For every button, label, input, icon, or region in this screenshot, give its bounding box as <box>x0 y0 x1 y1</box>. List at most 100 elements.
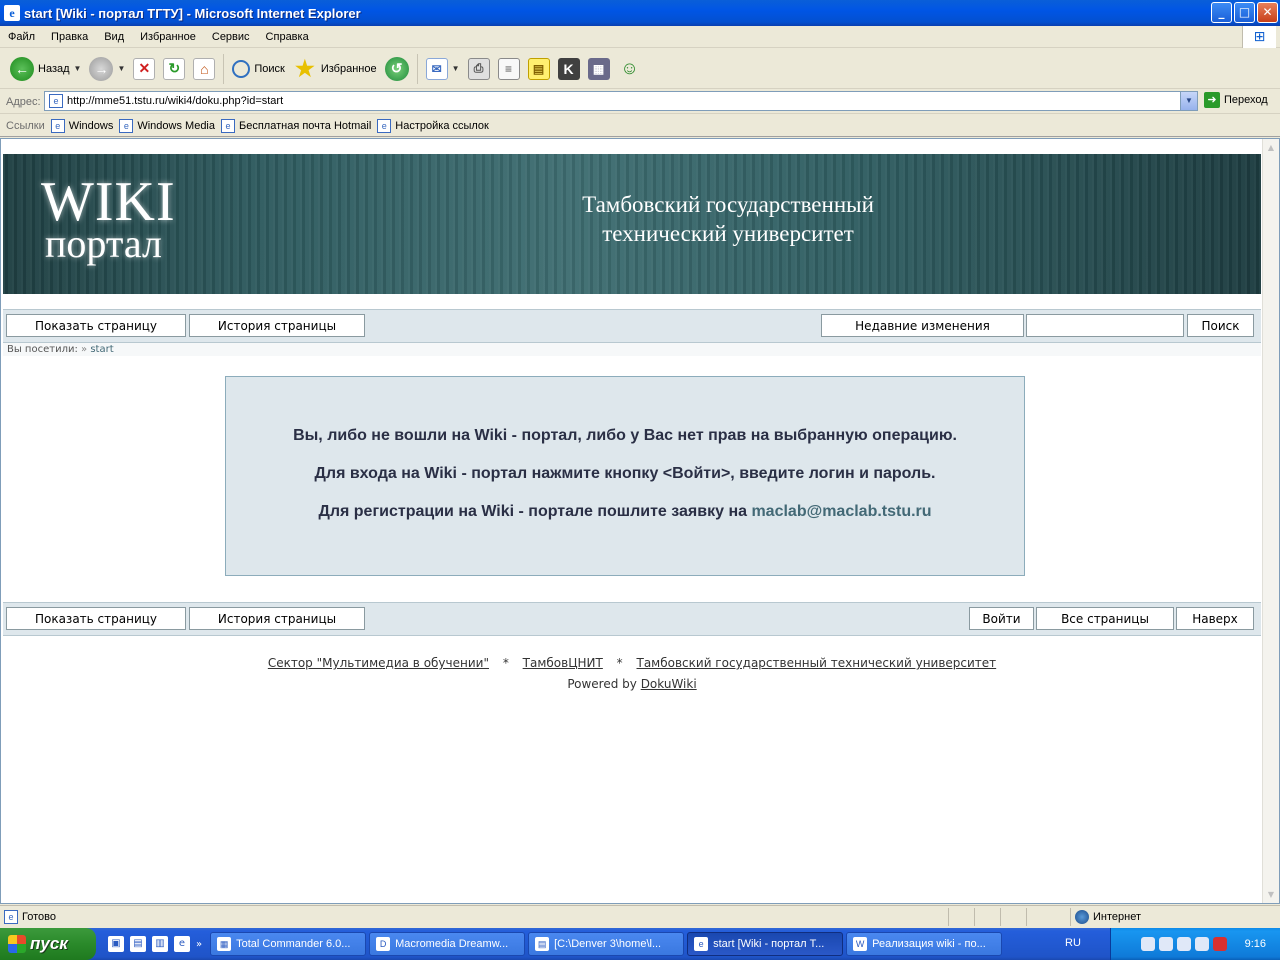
link-hotmail[interactable]: e Бесплатная почта Hotmail <box>221 118 377 133</box>
back-button[interactable]: ← Назад ▼ <box>6 53 85 85</box>
menu-help[interactable]: Справка <box>258 31 317 43</box>
footer-links: Сектор "Мультимедиа в обучении" * Тамбов… <box>3 656 1261 670</box>
logo-portal[interactable]: портал <box>45 222 162 266</box>
forward-button[interactable]: → ▼ <box>85 53 129 85</box>
breadcrumb-link-start[interactable]: start <box>90 344 113 355</box>
link-windows[interactable]: e Windows <box>50 118 120 133</box>
vertical-scrollbar[interactable]: ▲ ▼ <box>1262 139 1279 903</box>
show-page-button[interactable]: Показать страницу <box>6 314 186 337</box>
note-icon: ▤ <box>527 57 550 80</box>
message-line1: Вы, либо не вошли на Wiki - портал, либо… <box>293 427 957 444</box>
go-button[interactable]: ➜ Переход <box>1204 92 1268 108</box>
k-button[interactable]: K <box>554 53 584 85</box>
to-top-button[interactable]: Наверх <box>1176 607 1254 630</box>
menu-file[interactable]: Файл <box>0 31 43 43</box>
edit-button[interactable]: ≡ <box>494 53 524 85</box>
show-page-button[interactable]: Показать страницу <box>6 607 186 630</box>
link-label: Настройка ссылок <box>395 119 489 132</box>
home-button[interactable]: ⌂ <box>189 53 219 85</box>
university-line2: технический университет <box>602 221 854 246</box>
chevron-right-icon[interactable]: » <box>196 939 202 950</box>
site-banner: WIKI портал Тамбовский государственный т… <box>3 154 1261 294</box>
footer-link-tambovcnit[interactable]: ТамбовЦНИТ <box>523 656 603 670</box>
security-icon[interactable] <box>1195 937 1209 951</box>
mail-button[interactable]: ✉ ▼ <box>422 53 464 85</box>
link-customize[interactable]: e Настройка ссылок <box>377 118 495 133</box>
taskbar-button-ie-start[interactable]: e start [Wiki - портал Т... <box>687 932 844 956</box>
menu-edit[interactable]: Правка <box>43 31 96 43</box>
address-dropdown-icon[interactable]: ▼ <box>1180 92 1197 110</box>
access-denied-message: Вы, либо не вошли на Wiki - портал, либо… <box>225 376 1025 576</box>
dokuwiki-link[interactable]: DokuWiki <box>641 677 697 691</box>
app-icon[interactable]: ▥ <box>152 936 168 952</box>
address-url[interactable]: http://mme51.tstu.ru/wiki4/doku.php?id=s… <box>67 95 283 107</box>
message-line3-text: Для регистрации на Wiki - портале пошлит… <box>318 503 752 520</box>
menu-favorites[interactable]: Избранное <box>132 31 204 43</box>
messenger-button[interactable]: ☺ <box>614 53 646 85</box>
footer-link-multimedia[interactable]: Сектор "Мультимедиа в обучении" <box>268 656 489 670</box>
minimize-button[interactable]: _ <box>1211 2 1232 23</box>
taskbar: пуск ▣ ▤ ▥ e » ▦ Total Commander 6.0... … <box>0 928 1280 960</box>
all-pages-button[interactable]: Все страницы <box>1036 607 1174 630</box>
page-history-button[interactable]: История страницы <box>189 314 365 337</box>
page-icon: e <box>49 94 63 108</box>
mail-dropdown-icon[interactable]: ▼ <box>452 64 460 73</box>
favorites-label: Избранное <box>320 62 377 75</box>
printer-icon: ⎙ <box>467 57 490 80</box>
taskbar-button-denver[interactable]: ▤ [C:\Denver 3\home\l... <box>528 932 685 956</box>
recent-changes-button[interactable]: Недавние изменения <box>821 314 1024 337</box>
scroll-down-icon[interactable]: ▼ <box>1263 886 1279 903</box>
dreamweaver-icon: D <box>376 937 391 951</box>
footer-link-university[interactable]: Тамбовский государственный технический у… <box>637 656 997 670</box>
print-button[interactable]: ⎙ <box>464 53 494 85</box>
search-button[interactable]: Поиск <box>228 53 288 85</box>
page-icon: e <box>4 909 18 924</box>
footer-separator: * <box>616 656 623 670</box>
favorites-button[interactable]: ★ Избранное <box>289 53 381 85</box>
login-button[interactable]: Войти <box>969 607 1034 630</box>
start-button[interactable]: пуск <box>0 928 96 960</box>
home-icon: ⌂ <box>193 57 216 80</box>
refresh-button[interactable]: ↻ <box>159 53 189 85</box>
desktop-icon[interactable]: ▣ <box>108 936 124 952</box>
stop-icon: ✕ <box>133 57 156 80</box>
window-title: start [Wiki - портал ТГТУ] - Microsoft I… <box>24 5 361 21</box>
stop-button[interactable]: ✕ <box>129 53 159 85</box>
volume-icon[interactable] <box>1177 937 1191 951</box>
close-button[interactable]: ✕ <box>1257 2 1278 23</box>
ie-icon: e <box>694 937 709 951</box>
address-input[interactable]: e http://mme51.tstu.ru/wiki4/doku.php?id… <box>44 91 1198 111</box>
search-input[interactable] <box>1026 314 1184 337</box>
back-dropdown-icon[interactable]: ▼ <box>74 64 82 73</box>
address-bar: Адрес: e http://mme51.tstu.ru/wiki4/doku… <box>0 90 1280 114</box>
maximize-button[interactable]: □ <box>1234 2 1255 23</box>
language-indicator[interactable]: RU <box>1065 937 1081 949</box>
forward-dropdown-icon[interactable]: ▼ <box>117 64 125 73</box>
page-history-button[interactable]: История страницы <box>189 607 365 630</box>
messenger-icon: ☺ <box>620 58 639 78</box>
history-button[interactable]: ↺ <box>381 53 413 85</box>
message-line2: Для входа на Wiki - портал нажмите кнопк… <box>314 465 936 482</box>
taskbar-button-word[interactable]: W Реализация wiki - по... <box>846 932 1003 956</box>
media-button[interactable]: ▦ <box>584 53 614 85</box>
discuss-button[interactable]: ▤ <box>524 53 554 85</box>
taskbar-button-dreamweaver[interactable]: D Macromedia Dreamw... <box>369 932 526 956</box>
status-cell <box>1026 908 1052 926</box>
security-zone[interactable]: Интернет <box>1070 908 1280 926</box>
tray-chevron-icon[interactable] <box>1141 937 1155 951</box>
registration-email-link[interactable]: maclab@maclab.tstu.ru <box>751 503 931 520</box>
search-submit-button[interactable]: Поиск <box>1187 314 1254 337</box>
links-label: Ссылки <box>6 119 45 132</box>
taskbar-button-total-commander[interactable]: ▦ Total Commander 6.0... <box>210 932 367 956</box>
menu-view[interactable]: Вид <box>96 31 132 43</box>
link-windows-media[interactable]: e Windows Media <box>119 118 221 133</box>
address-label: Адрес: <box>6 95 41 108</box>
menu-tools[interactable]: Сервис <box>204 31 258 43</box>
antivirus-icon[interactable] <box>1213 937 1227 951</box>
toolbar-separator <box>416 53 418 84</box>
windows-logo-icon: ⊞ <box>1242 26 1276 48</box>
app-icon[interactable]: ▤ <box>130 936 146 952</box>
scroll-up-icon[interactable]: ▲ <box>1263 139 1279 156</box>
network-icon[interactable] <box>1159 937 1173 951</box>
ie-icon[interactable]: e <box>174 936 190 952</box>
